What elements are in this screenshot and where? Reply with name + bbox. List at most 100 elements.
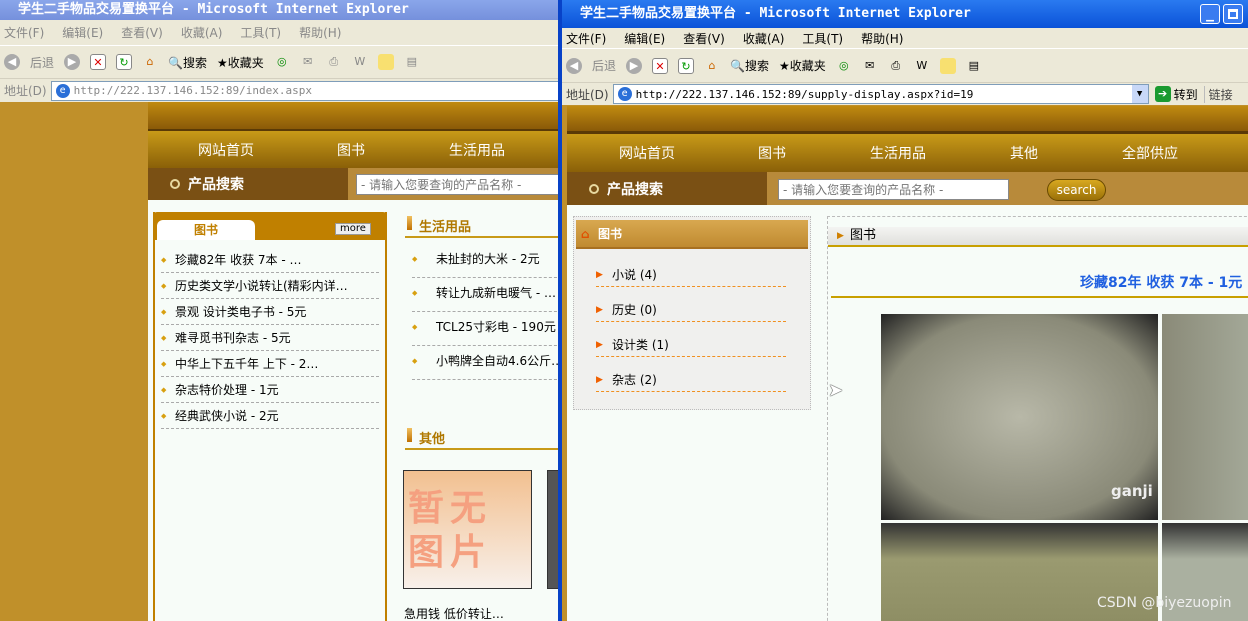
back-arrow-icon[interactable]: ◀ — [566, 57, 582, 74]
front-menu-bar: 文件(F) 编辑(E) 查看(V) 收藏(A) 工具(T) 帮助(H) — [562, 28, 1248, 48]
circle-icon — [170, 179, 180, 189]
product-search-bar: 产品搜索 search — [567, 172, 1248, 205]
nav-books[interactable]: 图书 — [758, 143, 786, 163]
print-icon[interactable]: ⎙ — [326, 54, 342, 70]
refresh-icon[interactable]: ↻ — [116, 54, 133, 70]
menu-file[interactable]: 文件(F) — [4, 24, 44, 41]
menu-edit[interactable]: 编辑(E) — [62, 24, 103, 41]
living-section-header: 生活用品 — [405, 216, 560, 238]
menu-help[interactable]: 帮助(H) — [299, 24, 341, 41]
living-list-item[interactable]: 小鸭牌全自动4.6公斤… — [412, 352, 560, 380]
book-list-item[interactable]: 经典武侠小说 - 2元 — [161, 407, 379, 429]
address-dropdown-icon[interactable]: ▼ — [1131, 85, 1148, 103]
menu-view[interactable]: 查看(V) — [121, 24, 163, 41]
nav-home[interactable]: 网站首页 — [198, 140, 254, 160]
research-icon[interactable]: ▤ — [966, 58, 982, 74]
other-section-header: 其他 — [405, 428, 560, 450]
book-list-item[interactable]: 历史类文学小说转让(精彩内详… — [161, 277, 379, 299]
note-icon[interactable] — [939, 57, 956, 74]
menu-help[interactable]: 帮助(H) — [861, 30, 903, 47]
menu-favorites[interactable]: 收藏(A) — [181, 24, 223, 41]
book-list-item[interactable]: 景观 设计类电子书 - 5元 — [161, 303, 379, 325]
site-nav: 网站首页 图书 生活用品 其他 全部供应 — [567, 134, 1248, 172]
panel-header: ▶ 图书 — [828, 227, 1248, 247]
history-icon[interactable]: ◎ — [274, 54, 290, 70]
living-list-item[interactable]: 未扯封的大米 - 2元 — [412, 250, 560, 278]
category-magazine[interactable]: 杂志 (2) — [596, 370, 786, 392]
nav-all-supply[interactable]: 全部供应 — [1122, 143, 1178, 163]
csdn-watermark: CSDN @biyezuopin — [1097, 595, 1232, 611]
back-button[interactable]: 后退 — [592, 57, 616, 74]
other-item-caption[interactable]: 急用钱 低价转让… — [404, 605, 504, 621]
books-tab[interactable]: 图书 — [157, 220, 255, 240]
print-icon[interactable]: ⎙ — [888, 58, 904, 74]
nav-books[interactable]: 图书 — [337, 140, 365, 160]
more-button[interactable]: more — [335, 223, 371, 235]
product-photo[interactable]: ganji — [881, 314, 1158, 520]
menu-view[interactable]: 查看(V) — [683, 30, 725, 47]
stop-icon[interactable]: ✕ — [90, 54, 107, 70]
menu-tools[interactable]: 工具(T) — [802, 30, 843, 47]
site-banner — [567, 106, 1248, 134]
book-list-item[interactable]: 难寻觅书刊杂志 - 5元 — [161, 329, 379, 351]
front-title-bar: 学生二手物品交易置换平台 - Microsoft Internet Explor… — [562, 0, 1248, 28]
research-icon[interactable]: ▤ — [404, 54, 420, 70]
back-menu-bar: 文件(F) 编辑(E) 查看(V) 收藏(A) 工具(T) 帮助(H) — [0, 20, 560, 45]
address-input[interactable]: e http://222.137.146.152:89/supply-displa… — [612, 84, 1149, 104]
nav-living[interactable]: 生活用品 — [449, 140, 505, 160]
forward-arrow-icon[interactable]: ▶ — [64, 54, 81, 70]
maximize-button[interactable] — [1223, 4, 1243, 24]
note-icon[interactable] — [377, 54, 394, 70]
product-search-input[interactable] — [778, 179, 1009, 200]
front-browser-window: 学生二手物品交易置换平台 - Microsoft Internet Explor… — [558, 0, 1248, 621]
address-input[interactable]: e http://222.137.146.152:89/index.aspx — [50, 80, 560, 101]
product-photo[interactable] — [1162, 314, 1248, 520]
menu-favorites[interactable]: 收藏(A) — [743, 30, 785, 47]
history-icon[interactable]: ◎ — [836, 58, 852, 74]
stop-icon[interactable]: ✕ — [652, 57, 669, 74]
go-button[interactable]: ➔ 转到 — [1149, 86, 1204, 103]
living-list-item[interactable]: TCL25寸彩电 - 190元 — [412, 318, 560, 346]
edit-word-icon[interactable]: W — [352, 54, 368, 70]
favorites-toolbar-button[interactable]: ★收藏夹 — [779, 57, 826, 74]
front-toolbar: ◀ 后退 ▶ ✕ ↻ ⌂ 🔍搜索 ★收藏夹 ◎ ✉ ⎙ W ▤ — [562, 48, 1248, 82]
product-title: 珍藏82年 收获 7本 - 1元 — [1080, 275, 1243, 291]
back-title-bar: 学生二手物品交易置换平台 - Microsoft Internet Explor… — [0, 0, 560, 20]
no-image-placeholder: 暂无图片 — [403, 470, 532, 589]
nav-living[interactable]: 生活用品 — [870, 143, 926, 163]
edit-word-icon[interactable]: W — [914, 58, 930, 74]
book-list-item[interactable]: 中华上下五千年 上下 - 2… — [161, 355, 379, 377]
search-button[interactable]: search — [1047, 179, 1106, 201]
menu-tools[interactable]: 工具(T) — [240, 24, 281, 41]
mail-icon[interactable]: ✉ — [300, 54, 316, 70]
menu-file[interactable]: 文件(F) — [566, 30, 606, 47]
photo-watermark-logo: ganji — [1111, 482, 1153, 500]
links-button[interactable]: 链接 — [1203, 85, 1233, 103]
back-arrow-icon[interactable]: ◀ — [4, 54, 20, 70]
home-icon[interactable]: ⌂ — [704, 58, 720, 74]
search-toolbar-button[interactable]: 🔍搜索 — [168, 54, 207, 71]
nav-other[interactable]: 其他 — [1010, 143, 1038, 163]
nav-home[interactable]: 网站首页 — [619, 143, 675, 163]
front-address-bar: 地址(D) e http://222.137.146.152:89/supply-… — [562, 82, 1248, 105]
back-toolbar: ◀ 后退 ▶ ✕ ↻ ⌂ 🔍搜索 ★收藏夹 ◎ ✉ ⎙ W ▤ — [0, 45, 560, 78]
sidebar-header: ⌂ 图书 — [576, 220, 808, 249]
menu-edit[interactable]: 编辑(E) — [624, 30, 665, 47]
refresh-icon[interactable]: ↻ — [678, 57, 695, 74]
circle-icon — [589, 183, 599, 194]
product-panel: ▶ 图书 珍藏82年 收获 7本 - 1元 ganji — [827, 216, 1248, 621]
living-list-item[interactable]: 转让九成新电暖气 - … — [412, 284, 560, 312]
category-history[interactable]: 历史 (0) — [596, 300, 786, 322]
mail-icon[interactable]: ✉ — [862, 58, 878, 74]
home-icon[interactable]: ⌂ — [142, 54, 158, 70]
category-design[interactable]: 设计类 (1) — [596, 335, 786, 357]
search-toolbar-button[interactable]: 🔍搜索 — [730, 57, 769, 74]
book-list-item[interactable]: 杂志特价处理 - 1元 — [161, 381, 379, 403]
category-novel[interactable]: 小说 (4) — [596, 265, 786, 287]
forward-arrow-icon[interactable]: ▶ — [626, 57, 643, 74]
minimize-button[interactable]: ▁ — [1200, 4, 1220, 24]
back-button[interactable]: 后退 — [30, 54, 54, 71]
product-search-input[interactable] — [356, 174, 560, 195]
favorites-toolbar-button[interactable]: ★收藏夹 — [217, 54, 264, 71]
book-list-item[interactable]: 珍藏82年 收获 7本 - … — [161, 251, 379, 273]
